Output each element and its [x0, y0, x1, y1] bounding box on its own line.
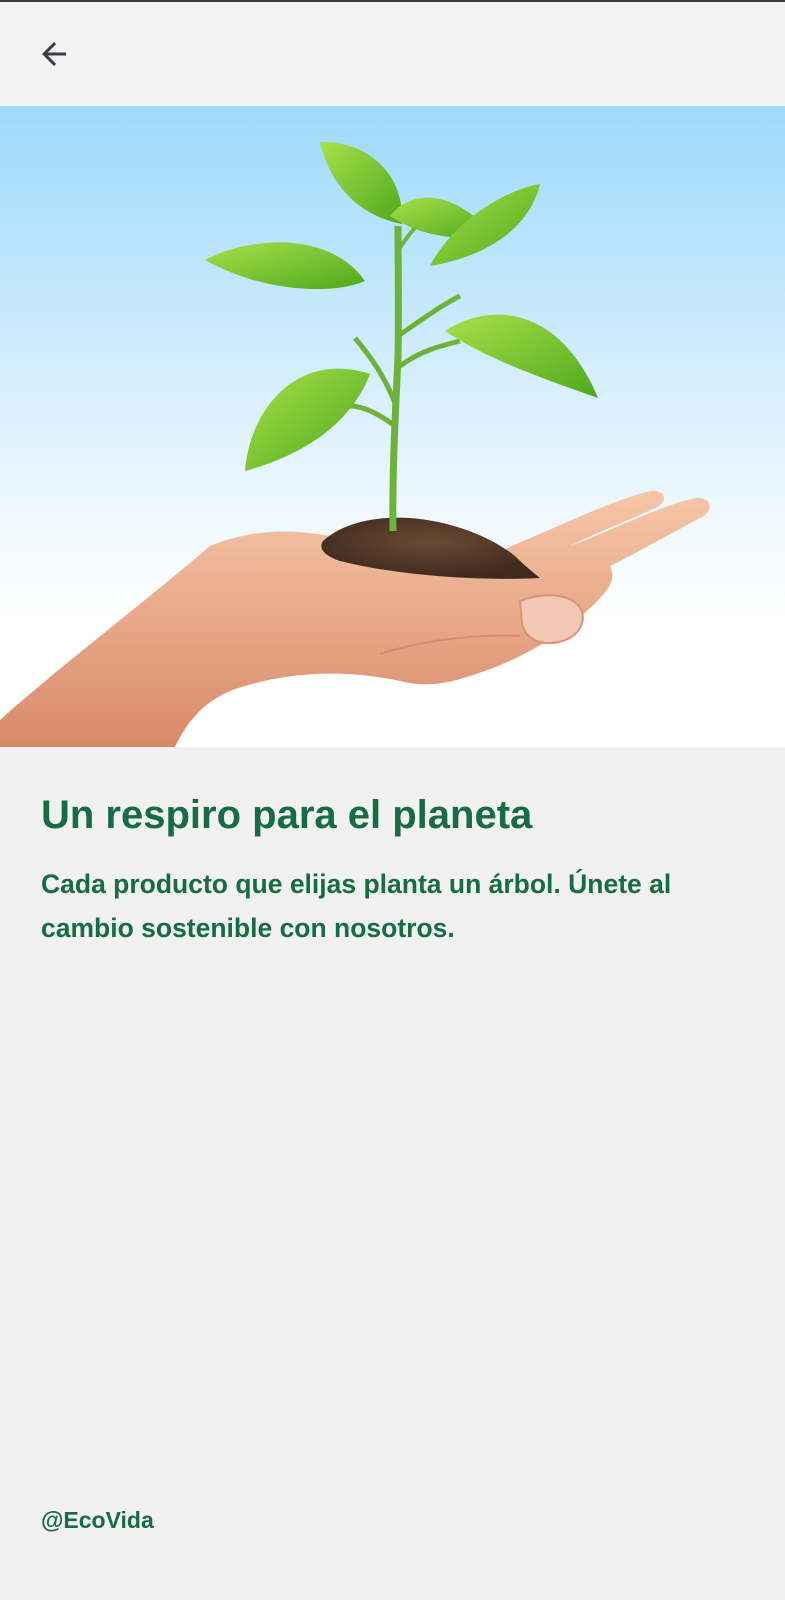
arrow-left-icon: [42, 42, 66, 66]
back-button[interactable]: [22, 22, 86, 86]
hero-image: [0, 106, 785, 747]
page-title: Un respiro para el planeta: [41, 793, 533, 837]
seedling-in-hand-illustration: [0, 106, 785, 747]
onboarding-screen: Un respiro para el planeta Cada producto…: [0, 0, 785, 1600]
intro-content: Un respiro para el planeta Cada producto…: [41, 790, 741, 950]
brand-handle: @EcoVida: [41, 1507, 154, 1533]
page-subtitle: Cada producto que elijas planta un árbol…: [41, 869, 672, 943]
app-bar: [0, 2, 785, 106]
